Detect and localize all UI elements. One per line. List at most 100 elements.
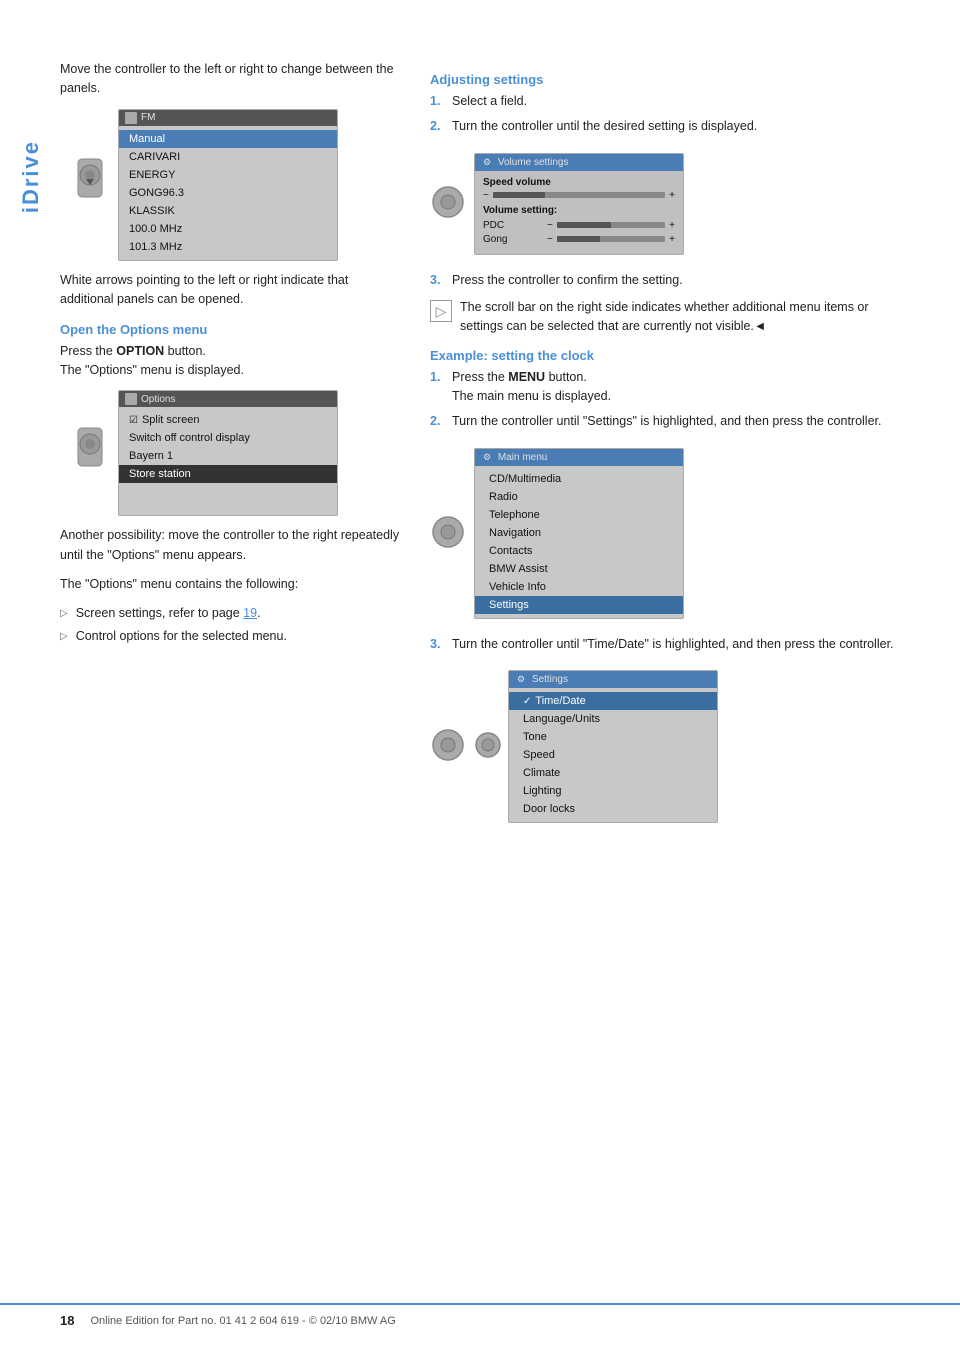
main-menu-title-bar: ⚙ Main menu <box>475 449 683 466</box>
options-item-split: ☑ Split screen <box>119 411 337 429</box>
fm-screenshot: FM Manual CARIVARI ENERGY GONG96.3 KLASS… <box>118 109 338 261</box>
settings-speed: Speed <box>509 746 717 764</box>
step-num-1: 1. <box>430 92 446 111</box>
white-arrows-text: White arrows pointing to the left or rig… <box>60 271 400 310</box>
controller-graphic-1 <box>70 157 110 212</box>
option-sub-text: The "Options" menu is displayed. <box>60 363 244 377</box>
main-menu-body: CD/Multimedia Radio Telephone Navigation… <box>475 466 683 618</box>
example-step1-sub: The main menu is displayed. <box>452 389 611 403</box>
main-navigation: Navigation <box>475 524 683 542</box>
options-item-empty2 <box>119 497 337 511</box>
speed-vol-minus: − <box>483 190 489 201</box>
fm-title-text: FM <box>141 112 155 123</box>
menu-bold: MENU <box>508 370 545 384</box>
adjust-step3-text: Press the controller to confirm the sett… <box>452 271 683 290</box>
back-symbol: ◄ <box>754 319 766 333</box>
settings-climate: Climate <box>509 764 717 782</box>
options-contains-text: The "Options" menu contains the followin… <box>60 575 400 594</box>
options-item-store: Store station <box>119 465 337 483</box>
page-number: 18 <box>60 1313 74 1328</box>
speed-vol-row: Speed volume − + <box>483 177 675 201</box>
fm-item-101mhz: 101.3 MHz <box>119 238 337 256</box>
settings-lighting: Lighting <box>509 782 717 800</box>
main-contacts: Contacts <box>475 542 683 560</box>
options-menu-body: ☑ Split screen Switch off control displa… <box>119 407 337 515</box>
options-item-bayern: Bayern 1 <box>119 447 337 465</box>
main-vehicle-info: Vehicle Info <box>475 578 683 596</box>
example-step-num-3: 3. <box>430 635 446 654</box>
vol-screenshot-container: ⚙ Volume settings Speed volume − + <box>430 145 910 263</box>
vol-title-bar: ⚙ Volume settings <box>475 154 683 171</box>
speed-vol-label: Speed volume <box>483 177 675 188</box>
fm-menu-body: Manual CARIVARI ENERGY GONG96.3 KLASSIK … <box>119 126 337 260</box>
main-telephone: Telephone <box>475 506 683 524</box>
page-link-19[interactable]: 19 <box>243 606 257 620</box>
fm-item-100mhz: 100.0 MHz <box>119 220 337 238</box>
another-possibility-text: Another possibility: move the controller… <box>60 526 400 565</box>
option-bold: OPTION <box>116 344 164 358</box>
settings-language: Language/Units <box>509 710 717 728</box>
gong-minus: − <box>547 234 553 245</box>
footer-text: Online Edition for Part no. 01 41 2 604 … <box>90 1315 395 1327</box>
adjust-step-2: 2. Turn the controller until the desired… <box>430 117 910 136</box>
step-num-2: 2. <box>430 117 446 136</box>
bullet-item-1: ▷ Screen settings, refer to page 19. <box>60 604 400 623</box>
vol-setting-row: Volume setting: <box>483 205 675 216</box>
main-menu-screenshot: ⚙ Main menu CD/Multimedia Radio Telephon… <box>474 448 684 619</box>
settings-menu-body: ✓ Time/Date Language/Units Tone Speed Cl… <box>509 688 717 822</box>
bullet-text-2: Control options for the selected menu. <box>76 627 287 646</box>
fm-icon <box>125 112 137 124</box>
speed-vol-plus: + <box>669 190 675 201</box>
options-title-text: Options <box>141 394 175 405</box>
vol-title-icon: ⚙ <box>483 157 491 167</box>
example-step1-text: Press the MENU button. The main menu is … <box>452 368 611 407</box>
example-step3-text: Turn the controller until "Time/Date" is… <box>452 635 894 654</box>
controller-graphic-settings-2 <box>474 727 502 763</box>
vol-body: Speed volume − + Volume setting: <box>475 171 683 254</box>
right-column: Adjusting settings 1. Select a field. 2.… <box>430 60 910 839</box>
example-step-3: 3. Turn the controller until "Time/Date"… <box>430 635 910 654</box>
main-settings: Settings <box>475 596 683 614</box>
main-bmw-assist: BMW Assist <box>475 560 683 578</box>
step-num-3: 3. <box>430 271 446 290</box>
settings-tone: Tone <box>509 728 717 746</box>
options-item-empty <box>119 483 337 497</box>
options-screenshot-container: Options ☑ Split screen Switch off contro… <box>70 390 400 516</box>
footer: 18 Online Edition for Part no. 01 41 2 6… <box>0 1303 960 1328</box>
note-text: The scroll bar on the right side indicat… <box>460 298 910 336</box>
controller-graphic-main <box>430 514 466 550</box>
gong-fill <box>557 236 600 242</box>
pdc-plus: + <box>669 220 675 231</box>
timedate-label: Time/Date <box>535 695 585 707</box>
pdc-label: PDC <box>483 220 543 231</box>
vol-setting-label: Volume setting: <box>483 205 675 216</box>
example-step2-text: Turn the controller until "Settings" is … <box>452 412 882 431</box>
open-options-heading: Open the Options menu <box>60 322 400 337</box>
example-heading: Example: setting the clock <box>430 348 910 363</box>
settings-title-text: Settings <box>532 674 568 685</box>
pdc-row: PDC − + <box>483 220 675 231</box>
settings-screenshot: ⚙ Settings ✓ Time/Date Language/Units To… <box>508 670 718 823</box>
gong-row: Gong − + <box>483 234 675 245</box>
split-label: Split screen <box>142 414 199 426</box>
main-menu-title-icon: ⚙ <box>483 452 491 462</box>
example-step-2: 2. Turn the controller until "Settings" … <box>430 412 910 431</box>
options-title-bar: Options <box>119 391 337 407</box>
options-icon <box>125 393 137 405</box>
volume-screenshot: ⚙ Volume settings Speed volume − + <box>474 153 684 255</box>
timedate-check-icon: ✓ <box>523 696 531 707</box>
adjust-step1-text: Select a field. <box>452 92 527 111</box>
left-column: Move the controller to the left or right… <box>60 60 400 839</box>
settings-title-icon: ⚙ <box>517 674 525 684</box>
gong-label: Gong <box>483 234 543 245</box>
bullet-triangle-1: ▷ <box>60 606 68 621</box>
bullet-item-2: ▷ Control options for the selected menu. <box>60 627 400 646</box>
fm-title-bar: FM <box>119 110 337 126</box>
example-step-num-2: 2. <box>430 412 446 431</box>
settings-screenshot-container: ⚙ Settings ✓ Time/Date Language/Units To… <box>430 662 910 831</box>
controller-graphic-settings <box>430 727 466 763</box>
intro-text: Move the controller to the left or right… <box>60 60 400 99</box>
main-radio: Radio <box>475 488 683 506</box>
gong-slider <box>557 236 665 242</box>
adjust-step2-text: Turn the controller until the desired se… <box>452 117 757 136</box>
